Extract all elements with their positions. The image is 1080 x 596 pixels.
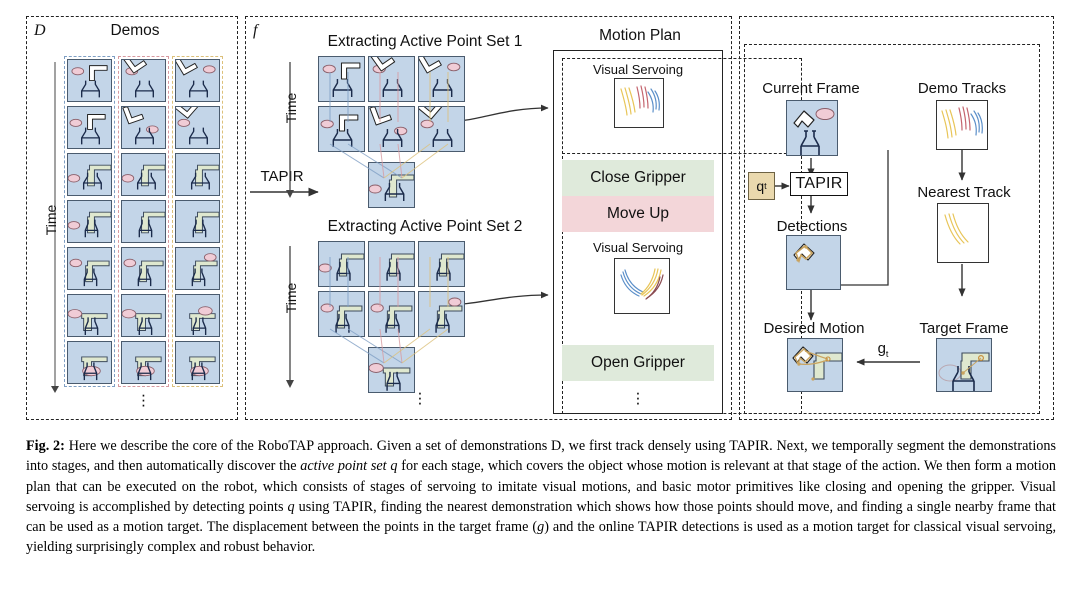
motion-plan-step-2-label: Move Up	[606, 205, 670, 222]
extract-frame[interactable]	[318, 56, 365, 102]
extract-time-label-2: Time	[283, 282, 299, 314]
extract-frame[interactable]	[418, 106, 465, 152]
demo-frame[interactable]	[67, 153, 112, 196]
demo-frame[interactable]	[67, 341, 112, 384]
motion-plan-step-4-open-gripper[interactable]: Open Gripper	[562, 345, 714, 381]
q-token-label: q	[756, 178, 765, 194]
current-frame-label: Current Frame	[762, 80, 860, 97]
demo-frame[interactable]	[175, 59, 220, 102]
motion-plan-step-1-label: Close Gripper	[590, 169, 686, 186]
figure-page: D Demos Time · · · f Extracting Active Poi…	[0, 0, 1080, 596]
desired-motion-label: Desired Motion	[763, 320, 865, 337]
demo-frame[interactable]	[121, 106, 166, 149]
detections-image	[786, 235, 841, 290]
target-frame-label: Target Frame	[919, 320, 1009, 337]
demos-ellipsis: · · ·	[140, 385, 147, 414]
demo-frame[interactable]	[175, 200, 220, 243]
demos-title: Demos	[110, 22, 160, 39]
caption-prefix: Fig. 2:	[26, 438, 65, 454]
caption-italic-2: q	[287, 498, 295, 515]
extract-merged-frame[interactable]	[368, 347, 415, 393]
demo-frame[interactable]	[175, 341, 220, 384]
demo-frame[interactable]	[175, 294, 220, 337]
extract-frame[interactable]	[368, 56, 415, 102]
extract-frame[interactable]	[368, 241, 415, 287]
demo-tracks-image	[936, 100, 988, 150]
detections-label: Detections	[776, 218, 848, 235]
demo-frame[interactable]	[175, 153, 220, 196]
extract-frame[interactable]	[368, 106, 415, 152]
demo-frame[interactable]	[121, 341, 166, 384]
target-frame-image	[936, 338, 992, 392]
current-frame-image	[786, 100, 838, 156]
extract-frame[interactable]	[368, 291, 415, 337]
extracting-panel-symbol: f	[253, 22, 258, 39]
demo-frame[interactable]	[175, 106, 220, 149]
extract-frame[interactable]	[318, 106, 365, 152]
extract-frame[interactable]	[318, 241, 365, 287]
demo-frame[interactable]	[67, 59, 112, 102]
servo-track-thumb-1	[614, 78, 664, 128]
extract-frame[interactable]	[318, 291, 365, 337]
servo-track-thumb-2	[614, 258, 670, 314]
demo-frame[interactable]	[67, 247, 112, 290]
demo-frame[interactable]	[121, 153, 166, 196]
nearest-track-label: Nearest Track	[917, 184, 1011, 201]
demo-frame[interactable]	[175, 247, 220, 290]
tapir-box[interactable]: TAPIR	[790, 172, 848, 196]
extract-frame[interactable]	[418, 241, 465, 287]
demo-frame[interactable]	[67, 200, 112, 243]
g-token-label: gt	[877, 340, 889, 359]
caption-italic-1: active point set q	[300, 458, 398, 475]
demos-time-label: Time	[43, 204, 59, 236]
motion-plan-step-0-label: Visual Servoing	[592, 62, 684, 77]
motion-plan-step-3-label: Visual Servoing	[592, 240, 684, 255]
motion-plan-step-4-label: Open Gripper	[591, 354, 685, 371]
motion-plan-ellipsis: · · ·	[635, 383, 641, 412]
demo-frame[interactable]	[121, 59, 166, 102]
demo-frame[interactable]	[121, 294, 166, 337]
demo-frame[interactable]	[67, 106, 112, 149]
demo-frame[interactable]	[121, 247, 166, 290]
extract-frame[interactable]	[418, 291, 465, 337]
extract-set2-title: Extracting Active Point Set 2	[327, 218, 523, 235]
extract-set1-title: Extracting Active Point Set 1	[327, 33, 523, 50]
nearest-track-image	[937, 203, 989, 263]
demos-panel-symbol: D	[34, 22, 46, 39]
demo-tracks-label: Demo Tracks	[917, 80, 1007, 97]
q-token-subscript: t	[764, 181, 767, 191]
extract-merged-frame[interactable]	[368, 162, 415, 208]
demo-frame[interactable]	[121, 200, 166, 243]
desired-motion-image	[787, 338, 843, 392]
extract-time-label-1: Time	[283, 92, 299, 124]
tapir-arrow-label: TAPIR	[260, 168, 304, 185]
motion-plan-title: Motion Plan	[599, 27, 681, 44]
demo-frame[interactable]	[67, 294, 112, 337]
motion-plan-step-2-move-up[interactable]: Move Up	[562, 196, 714, 232]
figure-2-diagram: D Demos Time · · · f Extracting Active Poi…	[0, 0, 1080, 430]
figure-caption: Fig. 2: Here we describe the core of the…	[26, 436, 1056, 558]
motion-plan-step-1-close-gripper[interactable]: Close Gripper	[562, 160, 714, 196]
q-token-box: qt	[748, 172, 775, 200]
extract-frame[interactable]	[418, 56, 465, 102]
